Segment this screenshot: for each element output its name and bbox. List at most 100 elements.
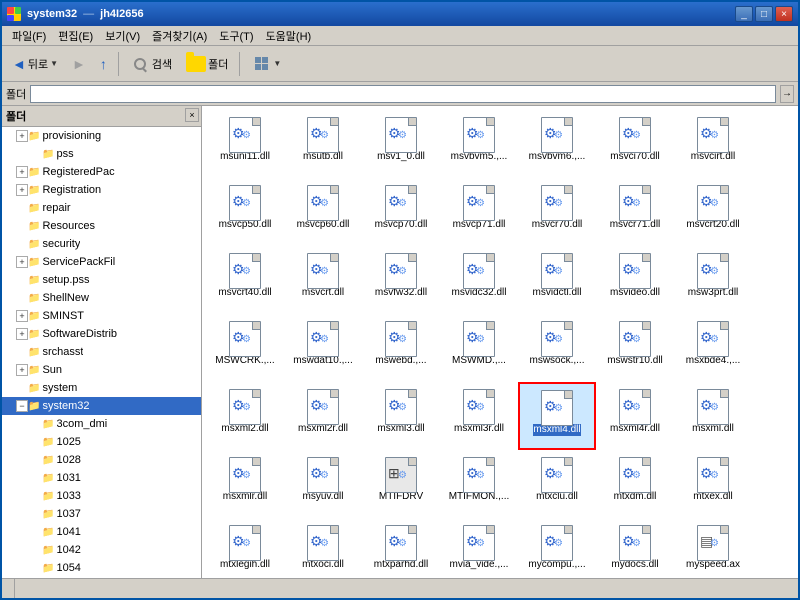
- file-item-46[interactable]: ⚙⚙mycompu.,...: [518, 518, 596, 578]
- file-item-12[interactable]: ⚙⚙msvcr71.dll: [596, 178, 674, 246]
- file-item-23[interactable]: ⚙⚙mswebd.,...: [362, 314, 440, 382]
- file-item-9[interactable]: ⚙⚙msvcp70.dll: [362, 178, 440, 246]
- expand-icon-servicepackfil[interactable]: +: [16, 256, 28, 268]
- menu-file[interactable]: 파일(F): [6, 26, 52, 46]
- sidebar-close-button[interactable]: ×: [185, 108, 199, 122]
- file-item-37[interactable]: ⊞⚙MTIFDRV: [362, 450, 440, 518]
- address-go-button[interactable]: →: [780, 85, 794, 103]
- expand-icon-provisioning[interactable]: +: [16, 130, 28, 142]
- sidebar-item-3com_dmi[interactable]: 📁3com_dmi: [2, 415, 201, 433]
- sidebar-item-1033[interactable]: 📁1033: [2, 487, 201, 505]
- file-item-30[interactable]: ⚙⚙msxml3.dll: [362, 382, 440, 450]
- sidebar-item-1025[interactable]: 📁1025: [2, 433, 201, 451]
- expand-icon-sminst[interactable]: +: [16, 310, 28, 322]
- file-item-5[interactable]: ⚙⚙msvci70.dll: [596, 110, 674, 178]
- sidebar-item-registration[interactable]: +📁Registration: [2, 181, 201, 199]
- up-button[interactable]: ↑: [94, 50, 113, 78]
- file-item-19[interactable]: ⚙⚙msvideo.dll: [596, 246, 674, 314]
- file-item-2[interactable]: ⚙⚙msv1_0.dll: [362, 110, 440, 178]
- menu-edit[interactable]: 편집(E): [52, 26, 99, 46]
- file-item-47[interactable]: ⚙⚙mydocs.dll: [596, 518, 674, 578]
- file-item-28[interactable]: ⚙⚙msxml2.dll: [206, 382, 284, 450]
- file-item-18[interactable]: ⚙⚙msvidctl.dll: [518, 246, 596, 314]
- file-item-6[interactable]: ⚙⚙msvcirt.dll: [674, 110, 752, 178]
- file-item-11[interactable]: ⚙⚙msvcr70.dll: [518, 178, 596, 246]
- sidebar-item-1031[interactable]: 📁1031: [2, 469, 201, 487]
- sidebar-item-system32[interactable]: −📁system32: [2, 397, 201, 415]
- file-item-40[interactable]: ⚙⚙mtxdm.dll: [596, 450, 674, 518]
- sidebar-item-sun[interactable]: +📁Sun: [2, 361, 201, 379]
- sidebar-item-1028[interactable]: 📁1028: [2, 451, 201, 469]
- file-item-15[interactable]: ⚙⚙msvcrt.dll: [284, 246, 362, 314]
- file-item-4[interactable]: ⚙⚙msvbvm6.,...: [518, 110, 596, 178]
- sidebar-item-1042[interactable]: 📁1042: [2, 541, 201, 559]
- file-item-22[interactable]: ⚙⚙mswdat10.,...: [284, 314, 362, 382]
- sidebar-item-pss[interactable]: 📁pss: [2, 145, 201, 163]
- file-item-17[interactable]: ⚙⚙msvidc32.dll: [440, 246, 518, 314]
- file-item-14[interactable]: ⚙⚙msvcrt40.dll: [206, 246, 284, 314]
- file-item-25[interactable]: ⚙⚙mswsock.,...: [518, 314, 596, 382]
- forward-button[interactable]: ►: [66, 50, 92, 78]
- file-item-36[interactable]: ⚙⚙msyuv.dll: [284, 450, 362, 518]
- expand-icon-sun[interactable]: +: [16, 364, 28, 376]
- file-item-3[interactable]: ⚙⚙msvbvm5.,...: [440, 110, 518, 178]
- file-item-34[interactable]: ⚙⚙msxml.dll: [674, 382, 752, 450]
- sidebar-item-system[interactable]: 📁system: [2, 379, 201, 397]
- file-item-24[interactable]: ⚙⚙MSWMD.,...: [440, 314, 518, 382]
- sidebar-item-shellnew[interactable]: 📁ShellNew: [2, 289, 201, 307]
- menu-favorites[interactable]: 즐겨찾기(A): [146, 26, 213, 46]
- expand-icon-softwaredistrib[interactable]: +: [16, 328, 28, 340]
- expand-icon-registration[interactable]: +: [16, 184, 28, 196]
- sidebar-item-sminst[interactable]: +📁SMINST: [2, 307, 201, 325]
- file-item-29[interactable]: ⚙⚙msxml2r.dll: [284, 382, 362, 450]
- minimize-button[interactable]: _: [735, 6, 753, 22]
- file-item-32[interactable]: ⚙⚙msxml4.dll: [518, 382, 596, 450]
- file-item-20[interactable]: ⚙⚙msw3prt.dll: [674, 246, 752, 314]
- back-button[interactable]: ◄ 뒤로 ▼: [6, 50, 64, 78]
- sidebar-item-srchasst[interactable]: 📁srchasst: [2, 343, 201, 361]
- file-item-39[interactable]: ⚙⚙mtxclu.dll: [518, 450, 596, 518]
- file-item-8[interactable]: ⚙⚙msvcp60.dll: [284, 178, 362, 246]
- file-item-48[interactable]: ▤⚙myspeed.ax: [674, 518, 752, 578]
- file-item-31[interactable]: ⚙⚙msxml3r.dll: [440, 382, 518, 450]
- file-item-0[interactable]: ⚙⚙msuni11.dll: [206, 110, 284, 178]
- menu-help[interactable]: 도움말(H): [260, 26, 318, 46]
- file-item-44[interactable]: ⚙⚙mtxparhd.dll: [362, 518, 440, 578]
- sidebar-item-softwaredistrib[interactable]: +📁SoftwareDistrib: [2, 325, 201, 343]
- file-item-13[interactable]: ⚙⚙msvcrt20.dll: [674, 178, 752, 246]
- maximize-button[interactable]: □: [755, 6, 773, 22]
- sidebar-item-servicepackfil[interactable]: +📁ServicePackFil: [2, 253, 201, 271]
- file-item-26[interactable]: ⚙⚙mswstr10.dll: [596, 314, 674, 382]
- expand-icon-system32[interactable]: −: [16, 400, 28, 412]
- sidebar-item-repair[interactable]: 📁repair: [2, 199, 201, 217]
- file-item-42[interactable]: ⚙⚙mtxlegih.dll: [206, 518, 284, 578]
- address-input[interactable]: [30, 85, 776, 103]
- file-item-38[interactable]: ⚙⚙MTIFMON.,...: [440, 450, 518, 518]
- sidebar-item-provisioning[interactable]: +📁provisioning: [2, 127, 201, 145]
- file-item-10[interactable]: ⚙⚙msvcp71.dll: [440, 178, 518, 246]
- expand-icon-registeredpac[interactable]: +: [16, 166, 28, 178]
- menu-view[interactable]: 보기(V): [99, 26, 146, 46]
- close-button[interactable]: ×: [775, 6, 793, 22]
- sidebar-item-registeredpac[interactable]: +📁RegisteredPac: [2, 163, 201, 181]
- view-button[interactable]: ▼: [245, 50, 287, 78]
- file-item-35[interactable]: ⚙⚙msxmlr.dll: [206, 450, 284, 518]
- sidebar-item-2052[interactable]: 📁2052: [2, 577, 201, 578]
- folder-button[interactable]: 폴더: [180, 50, 234, 78]
- file-item-33[interactable]: ⚙⚙msxml4r.dll: [596, 382, 674, 450]
- file-item-7[interactable]: ⚙⚙msvcp50.dll: [206, 178, 284, 246]
- sidebar-item-setup_pss[interactable]: 📁setup.pss: [2, 271, 201, 289]
- search-button[interactable]: 검색: [124, 50, 178, 78]
- file-item-41[interactable]: ⚙⚙mtxex.dll: [674, 450, 752, 518]
- sidebar-item-1037[interactable]: 📁1037: [2, 505, 201, 523]
- sidebar-item-security[interactable]: 📁security: [2, 235, 201, 253]
- file-item-43[interactable]: ⚙⚙mtxoci.dll: [284, 518, 362, 578]
- file-item-16[interactable]: ⚙⚙msvfw32.dll: [362, 246, 440, 314]
- sidebar-item-resources[interactable]: 📁Resources: [2, 217, 201, 235]
- file-item-21[interactable]: ⚙⚙MSWCRK.,...: [206, 314, 284, 382]
- sidebar-item-1054[interactable]: 📁1054: [2, 559, 201, 577]
- file-item-45[interactable]: ⚙⚙mvia_vide.,...: [440, 518, 518, 578]
- sidebar-item-1041[interactable]: 📁1041: [2, 523, 201, 541]
- file-item-1[interactable]: ⚙⚙msutb.dll: [284, 110, 362, 178]
- menu-tools[interactable]: 도구(T): [213, 26, 259, 46]
